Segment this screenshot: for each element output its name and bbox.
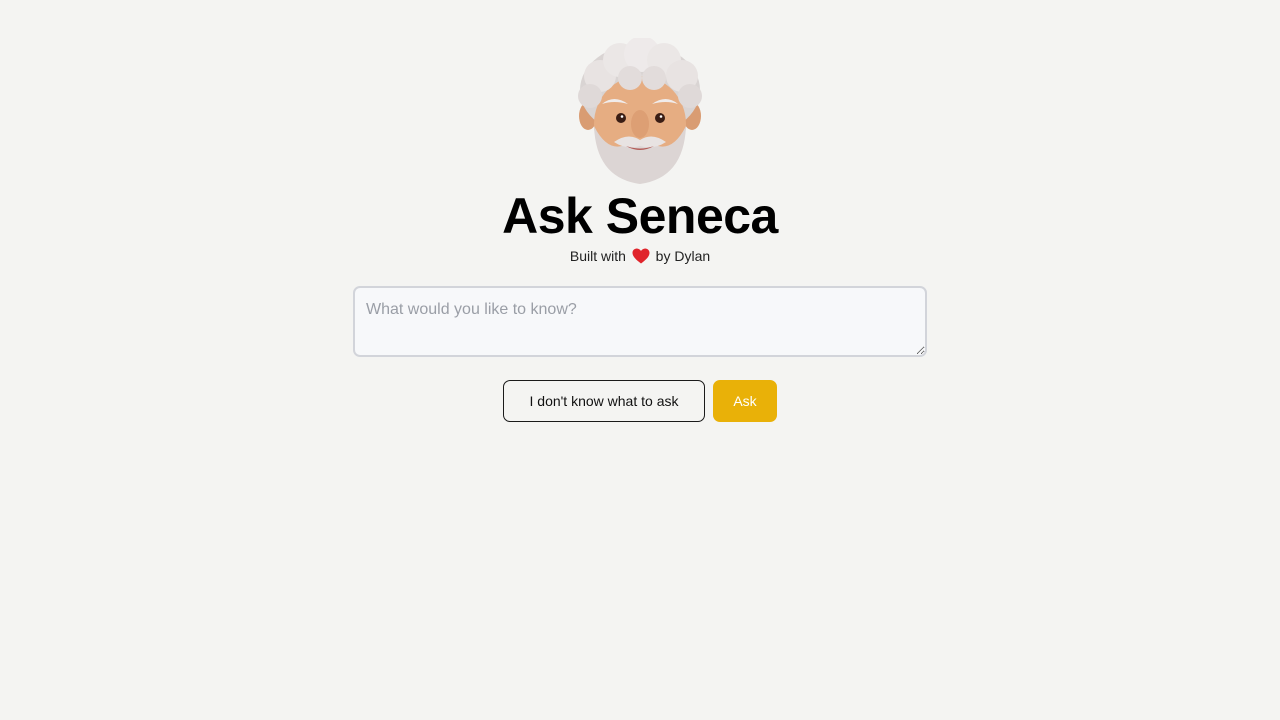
action-buttons: I don't know what to ask Ask [0,380,1280,422]
page-title: Ask Seneca [502,188,778,244]
random-question-button[interactable]: I don't know what to ask [503,380,705,422]
heart-icon [632,248,650,264]
subtitle: Built with by Dylan [0,245,1280,267]
ask-button[interactable]: Ask [713,380,777,422]
subtitle-prefix: Built with [569,248,626,264]
question-input[interactable] [353,286,927,357]
subtitle-suffix: by Dylan [655,248,711,264]
seneca-avatar-icon [578,38,702,184]
page: Ask Seneca Built with by Dylan I don't k… [0,0,1280,720]
